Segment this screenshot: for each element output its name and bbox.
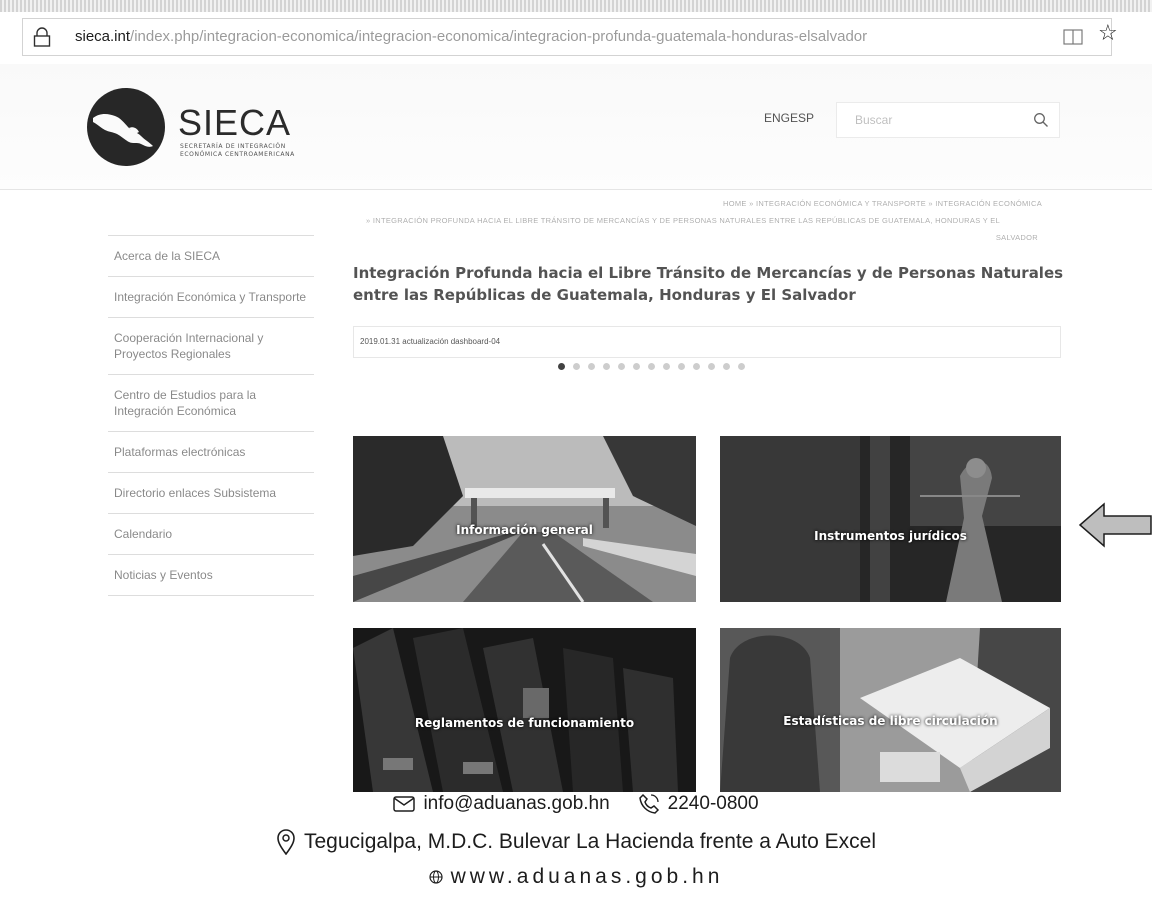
slider-dot[interactable] [573,363,580,370]
reader-view-icon[interactable] [1063,29,1083,45]
footer-website[interactable]: www.aduanas.gob.hn [451,865,724,889]
footer-phone[interactable]: 2240-0800 [668,793,759,815]
slider-dot[interactable] [678,363,685,370]
browser-toolbar: sieca.int/index.php/integracion-economic… [0,12,1152,64]
tile-instrumentos-juridicos[interactable]: Instrumentos jurídicos [720,436,1061,602]
slider-dots [558,363,745,370]
slider-dot[interactable] [618,363,625,370]
sidebar-item-calendario[interactable]: Calendario [108,513,314,554]
location-pin-icon [277,829,295,855]
lock-icon [33,27,51,47]
logo-subtitle-line2: ECONÓMICA CENTROAMERICANA [180,151,295,158]
url-domain: sieca.int [75,28,131,45]
tile-label: Estadísticas de libre circulación [783,714,998,728]
logo-wordmark[interactable]: SIECA [178,102,291,144]
justice-statue-photo [720,436,1061,602]
road-toll-photo [353,436,696,602]
slider-dot[interactable] [648,363,655,370]
slider-dot[interactable] [663,363,670,370]
breadcrumb-line3: SALVADOR [995,233,1038,242]
address-bar[interactable]: sieca.int/index.php/integracion-economic… [22,18,1118,56]
search-input[interactable] [837,103,1027,137]
footer: info@aduanas.gob.hn 2240-0800 Tegucigalp… [0,792,1152,899]
lang-esp-link[interactable]: ESP [790,111,814,125]
sidebar-item-cooperacion[interactable]: Cooperación Internacional y Proyectos Re… [108,317,314,374]
breadcrumb-line2: » INTEGRACIÓN PROFUNDA HACIA EL LIBRE TR… [366,216,1001,225]
logo-subtitle-line1: SECRETARÍA DE INTEGRACIÓN [180,143,286,150]
slider-dot[interactable] [633,363,640,370]
sidebar-item-acerca[interactable]: Acerca de la SIECA [108,235,314,276]
news-slider[interactable]: 2019.01.31 actualización dashboard-04 [353,326,1061,358]
slider-dot[interactable] [723,363,730,370]
sidebar-item-noticias[interactable]: Noticias y Eventos [108,554,314,596]
slider-dot[interactable] [603,363,610,370]
sidebar-nav: Acerca de la SIECA Integración Económica… [108,235,314,596]
slider-dot[interactable] [588,363,595,370]
law-books-photo [353,628,696,792]
sidebar-item-directorio[interactable]: Directorio enlaces Subsistema [108,472,314,513]
tile-reglamentos[interactable]: Reglamentos de funcionamiento [353,628,696,792]
url-path: /index.php/integracion-economica/integra… [130,28,868,45]
tile-label: Reglamentos de funcionamiento [414,716,635,730]
tile-informacion-general[interactable]: Información general [353,436,696,602]
footer-email[interactable]: info@aduanas.gob.hn [423,793,609,815]
lang-eng-link[interactable]: ENG [764,111,790,125]
customs-box-photo [720,628,1061,792]
bookmark-star-icon[interactable]: ☆ [1098,23,1118,45]
url-text[interactable]: sieca.int/index.php/integracion-economic… [75,28,867,45]
tile-label: Información general [456,523,593,537]
sidebar-item-plataformas[interactable]: Plataformas electrónicas [108,431,314,472]
slider-caption[interactable]: 2019.01.31 actualización dashboard-04 [360,337,500,346]
tile-label: Instrumentos jurídicos [814,529,967,543]
sieca-logo-icon[interactable] [87,88,165,166]
slider-dot[interactable] [708,363,715,370]
tile-estadisticas[interactable]: Estadísticas de libre circulación [720,628,1061,792]
footer-contact-row: info@aduanas.gob.hn 2240-0800 [0,793,1152,815]
mail-icon [393,796,416,812]
page-title: Integración Profunda hacia el Libre Trán… [353,264,1064,304]
footer-address: Tegucigalpa, M.D.C. Bulevar La Hacienda … [304,830,876,853]
sidebar-item-centro-estudios[interactable]: Centro de Estudios para la Integración E… [108,374,314,431]
slider-dot[interactable] [558,363,565,370]
top-strip [0,0,1152,12]
footer-website-row: www.aduanas.gob.hn [0,865,1152,889]
slider-dot[interactable] [738,363,745,370]
left-arrow-annotation-icon [1078,502,1152,548]
globe-icon [428,870,443,884]
slider-dot[interactable] [693,363,700,370]
search-icon[interactable] [1033,112,1049,128]
sidebar-item-integracion[interactable]: Integración Económica y Transporte [108,276,314,317]
phone-icon [638,793,659,814]
search-box [836,102,1060,138]
breadcrumb-line1[interactable]: HOME » INTEGRACIÓN ECONÓMICA Y TRANSPORT… [723,199,1042,208]
footer-address-row: Tegucigalpa, M.D.C. Bulevar La Hacienda … [0,829,1152,855]
site-header: SIECA SECRETARÍA DE INTEGRACIÓN ECONÓMIC… [0,64,1152,190]
